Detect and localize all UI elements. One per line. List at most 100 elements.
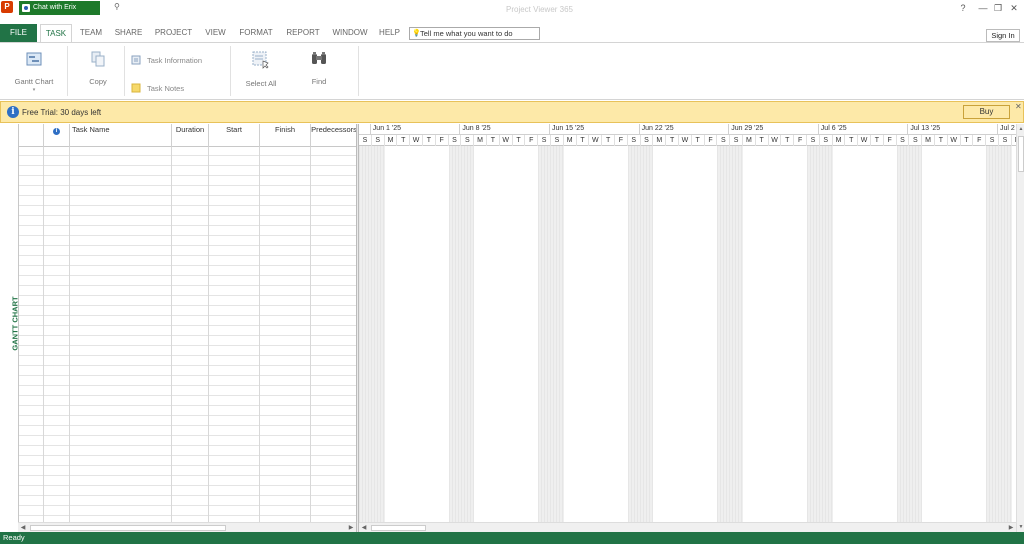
- column-header-start[interactable]: Start: [209, 124, 260, 147]
- week-label: Jul 13 '25: [910, 125, 941, 132]
- tab-task[interactable]: TASK: [40, 24, 72, 43]
- tab-help[interactable]: HELP: [376, 24, 403, 42]
- select-all-corner[interactable]: [19, 124, 44, 147]
- tab-window[interactable]: WINDOW: [329, 24, 371, 42]
- tab-share[interactable]: SHARE: [112, 24, 145, 42]
- day-cell: F: [973, 135, 987, 146]
- day-cell: F: [884, 135, 897, 146]
- close-button[interactable]: ✕: [1007, 2, 1021, 14]
- find-button[interactable]: Find: [302, 51, 336, 86]
- day-cell: F: [794, 135, 807, 146]
- day-cell: T: [961, 135, 974, 146]
- vertical-scroll-thumb[interactable]: [1018, 136, 1024, 172]
- timescale-days: SSMTWTFSSMTWTFSSMTWTFSSMTWTFSSMTWTFSSMTW…: [359, 135, 1016, 146]
- day-cell: S: [628, 135, 641, 146]
- tell-me-search-input[interactable]: 💡 Tell me what you want to do: [409, 27, 540, 40]
- table-horizontal-scrollbar[interactable]: ◀ ▶: [18, 522, 356, 532]
- column-header-finish[interactable]: Finish: [260, 124, 311, 147]
- day-cell: S: [897, 135, 910, 146]
- day-cell: T: [397, 135, 411, 146]
- close-banner-icon[interactable]: ✕: [1015, 102, 1022, 111]
- buy-button[interactable]: Buy: [963, 105, 1010, 119]
- select-all-label: Select All: [245, 79, 277, 88]
- trial-message: Free Trial: 30 days left: [22, 108, 102, 117]
- select-all-button[interactable]: Select All: [240, 51, 282, 88]
- day-cell: S: [807, 135, 820, 146]
- tab-format[interactable]: FORMAT: [236, 24, 276, 42]
- vertical-scrollbar[interactable]: ▲ ▼: [1016, 124, 1024, 532]
- tab-file[interactable]: FILE: [0, 24, 37, 42]
- day-cell: W: [410, 135, 423, 146]
- sign-in-button[interactable]: Sign In: [986, 29, 1020, 42]
- minimize-button[interactable]: —: [976, 2, 990, 14]
- day-cell: S: [730, 135, 743, 146]
- column-header-predecessors[interactable]: Predecessors: [311, 124, 357, 147]
- day-cell: T: [845, 135, 859, 146]
- task-information-button[interactable]: Task Information: [131, 55, 202, 65]
- dropdown-arrow-icon: ▾: [32, 87, 36, 93]
- day-cell: S: [359, 135, 372, 146]
- help-button[interactable]: ?: [956, 2, 970, 14]
- day-cell: S: [551, 135, 564, 146]
- scroll-up-icon[interactable]: ▲: [1017, 124, 1024, 134]
- tab-report[interactable]: REPORT: [283, 24, 323, 42]
- day-cell: F: [436, 135, 449, 146]
- task-information-icon: [131, 55, 141, 65]
- copy-icon: [91, 51, 105, 67]
- day-cell: S: [820, 135, 833, 146]
- week-label: Jul 6 '25: [820, 125, 847, 132]
- week-label: Jul 2: [1000, 125, 1015, 132]
- gantt-timeline[interactable]: Jun 1 '25 Jun 8 '25 Jun 15 '25 Jun 22 '25 Ju…: [359, 124, 1016, 522]
- pin-icon[interactable]: ⚲: [114, 2, 120, 11]
- day-cell: T: [871, 135, 884, 146]
- tab-project[interactable]: PROJECT: [153, 24, 194, 42]
- tab-team[interactable]: TEAM: [76, 24, 106, 42]
- weekend-shading: [807, 146, 833, 522]
- chat-with-erix-button[interactable]: Chat with Erix: [19, 1, 100, 15]
- column-divider: [259, 124, 260, 522]
- ribbon-separator: [124, 46, 125, 96]
- day-cell: W: [858, 135, 871, 146]
- column-header-duration[interactable]: Duration: [172, 124, 209, 147]
- ribbon-tabs: FILE TASK TEAM SHARE PROJECT VIEW FORMAT…: [0, 24, 1024, 43]
- column-header-task-name[interactable]: Task Name: [70, 124, 172, 147]
- day-cell: S: [641, 135, 654, 146]
- ribbon: Gantt Chart ▾ Copy Task Information Task…: [0, 42, 1024, 100]
- status-text: Ready: [3, 533, 25, 542]
- scroll-down-icon[interactable]: ▼: [1017, 522, 1024, 532]
- task-notes-button[interactable]: Task Notes: [131, 83, 185, 93]
- weekend-shading: [717, 146, 743, 522]
- column-divider: [43, 124, 44, 522]
- day-cell: W: [589, 135, 603, 146]
- day-cell: M: [474, 135, 487, 146]
- ribbon-separator: [230, 46, 231, 96]
- tell-me-placeholder: Tell me what you want to do: [420, 29, 513, 38]
- restore-button[interactable]: ❐: [991, 2, 1005, 14]
- task-notes-label: Task Notes: [147, 84, 185, 93]
- task-table-header: i Task Name Duration Start Finish Predec…: [19, 124, 357, 147]
- chat-tab-label: Chat with Erix: [33, 4, 77, 11]
- week-label: Jun 8 '25: [462, 125, 491, 132]
- binoculars-icon: [312, 52, 326, 64]
- day-cell: M: [833, 135, 846, 146]
- column-divider: [310, 124, 311, 522]
- day-cell: M: [564, 135, 577, 146]
- table-scroll-thumb[interactable]: [30, 525, 226, 531]
- copy-button[interactable]: Copy: [80, 51, 116, 86]
- task-table[interactable]: i Task Name Duration Start Finish Predec…: [18, 124, 357, 522]
- column-header-indicators[interactable]: i: [44, 124, 70, 147]
- gantt-horizontal-scrollbar[interactable]: ◀ ▶: [359, 522, 1016, 532]
- week-separator: [549, 124, 550, 135]
- tab-view[interactable]: VIEW: [202, 24, 229, 42]
- window-title: Project Viewer 365: [506, 5, 573, 14]
- week-separator: [817, 124, 819, 135]
- free-trial-banner: i Free Trial: 30 days left Buy ✕: [0, 101, 1024, 123]
- lightbulb-icon: 💡: [412, 30, 421, 37]
- gantt-scroll-thumb[interactable]: [371, 525, 426, 531]
- gantt-chart-button[interactable]: Gantt Chart ▾: [10, 51, 58, 93]
- day-cell: T: [935, 135, 948, 146]
- copy-label: Copy: [89, 77, 107, 86]
- day-cell: W: [679, 135, 692, 146]
- day-cell: T: [602, 135, 615, 146]
- weekend-shading: [448, 146, 475, 522]
